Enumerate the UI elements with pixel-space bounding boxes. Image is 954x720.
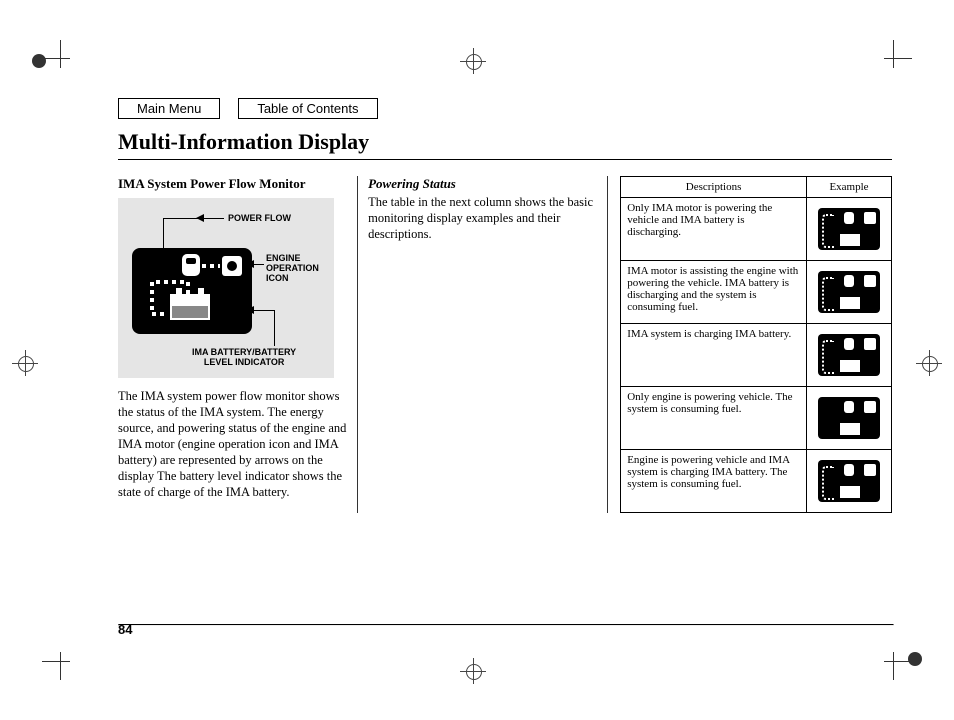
registration-mark-icon	[902, 646, 928, 672]
column-2: Powering Status The table in the next co…	[357, 176, 608, 513]
leader-line	[204, 218, 224, 219]
leader-line	[254, 264, 264, 265]
label-engine-icon: ENGINE OPERATION ICON	[266, 254, 319, 284]
corner-mark	[42, 40, 82, 80]
table-cell-example	[807, 387, 892, 450]
title-rule	[118, 159, 892, 160]
table-cell-example	[807, 261, 892, 324]
table-cell-desc: Engine is powering vehicle and IMA syste…	[621, 450, 807, 513]
main-menu-button[interactable]: Main Menu	[118, 98, 220, 119]
display-example-icon	[818, 334, 880, 376]
corner-mark	[872, 640, 912, 680]
leader-line	[274, 310, 275, 346]
display-example-icon	[818, 208, 880, 250]
page-title: Multi-Information Display	[118, 129, 892, 155]
leader-line	[163, 218, 164, 248]
table-row: Only IMA motor is powering the vehicle a…	[621, 198, 892, 261]
descriptions-table: Descriptions Example Only IMA motor is p…	[620, 176, 892, 513]
registration-mark-icon	[460, 48, 486, 74]
registration-mark-icon	[12, 350, 38, 376]
table-cell-desc: Only IMA motor is powering the vehicle a…	[621, 198, 807, 261]
power-flow-diagram: POWER FLOW ENGINE OPERATION ICON IMA BAT…	[118, 198, 334, 378]
corner-mark	[872, 40, 912, 80]
page-number: 84	[118, 622, 132, 637]
column-3: Descriptions Example Only IMA motor is p…	[608, 176, 892, 513]
table-row: Engine is powering vehicle and IMA syste…	[621, 450, 892, 513]
powering-status-heading: Powering Status	[368, 176, 597, 192]
section-body: The IMA system power flow monitor shows …	[118, 388, 347, 500]
powering-status-body: The table in the next column shows the b…	[368, 194, 597, 242]
table-cell-desc: IMA motor is assisting the engine with p…	[621, 261, 807, 324]
table-head-example: Example	[807, 177, 892, 198]
display-example-icon	[818, 271, 880, 313]
registration-mark-icon	[460, 658, 486, 684]
table-cell-example	[807, 324, 892, 387]
leader-line	[163, 218, 204, 219]
table-row: Only engine is powering vehicle. The sys…	[621, 387, 892, 450]
page-nav: Main Menu Table of Contents	[118, 98, 892, 119]
toc-button[interactable]: Table of Contents	[238, 98, 377, 119]
label-power-flow: POWER FLOW	[228, 214, 291, 224]
label-battery-indicator: IMA BATTERY/BATTERY LEVEL INDICATOR	[192, 348, 296, 368]
table-cell-example	[807, 198, 892, 261]
table-row: IMA system is charging IMA battery.	[621, 324, 892, 387]
registration-mark-icon	[916, 350, 942, 376]
section-heading: IMA System Power Flow Monitor	[118, 176, 347, 192]
display-example-icon	[818, 460, 880, 502]
display-example-icon	[818, 397, 880, 439]
table-row: IMA motor is assisting the engine with p…	[621, 261, 892, 324]
table-cell-desc: IMA system is charging IMA battery.	[621, 324, 807, 387]
table-head-descriptions: Descriptions	[621, 177, 807, 198]
table-cell-example	[807, 450, 892, 513]
table-cell-desc: Only engine is powering vehicle. The sys…	[621, 387, 807, 450]
column-1: IMA System Power Flow Monitor POWER FLOW…	[118, 176, 357, 513]
corner-mark	[42, 640, 82, 680]
dashboard-icon	[132, 248, 252, 334]
registration-mark-icon	[26, 48, 52, 74]
footer-rule	[118, 624, 894, 626]
leader-line	[254, 310, 274, 311]
